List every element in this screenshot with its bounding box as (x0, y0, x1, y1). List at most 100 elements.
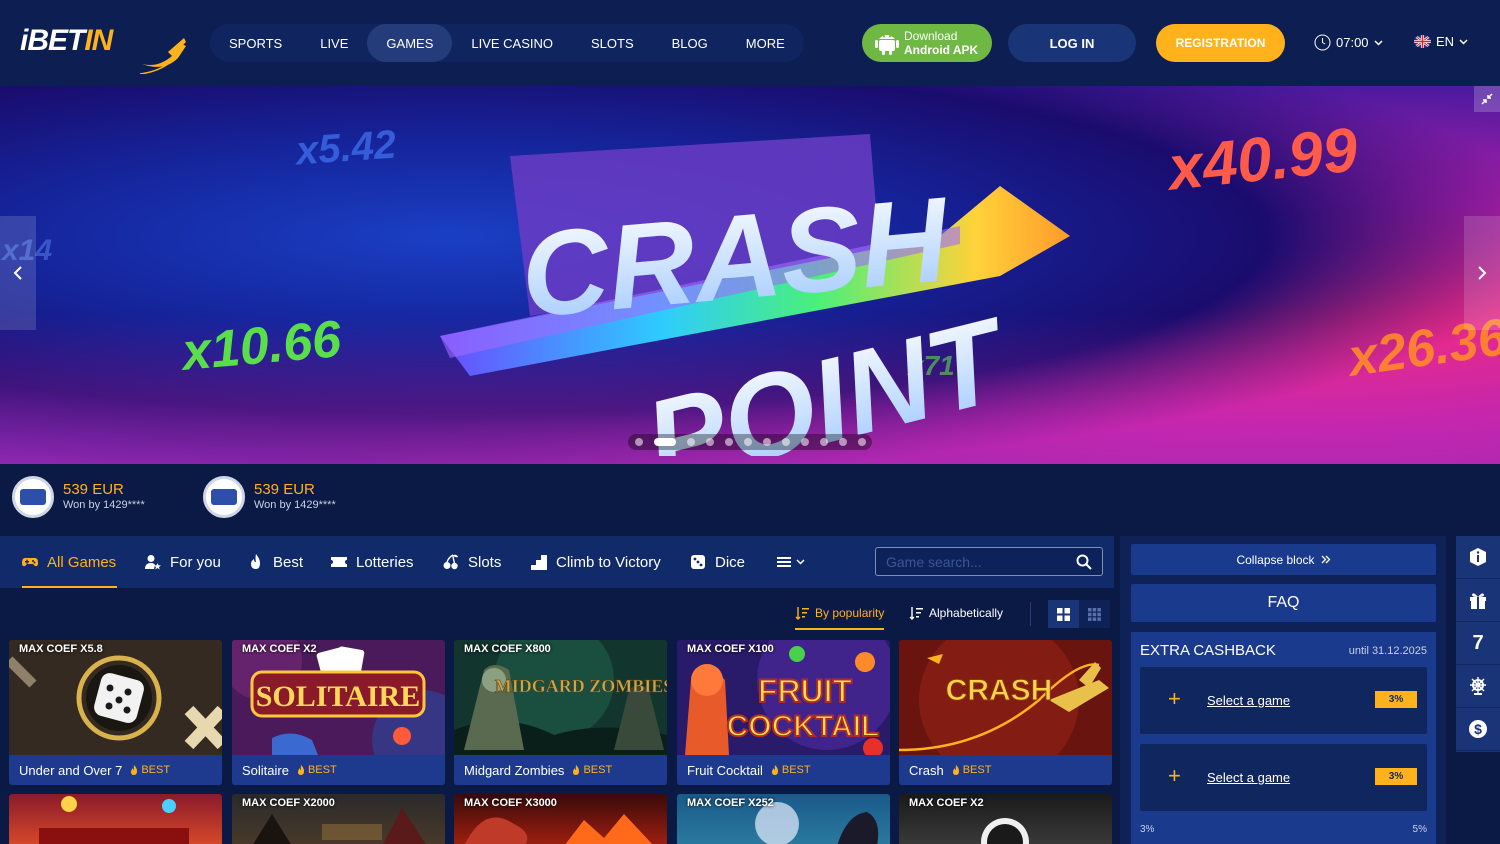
gamepad-icon (22, 558, 38, 567)
banner-coef: x40.99 (1164, 115, 1361, 204)
game-search (875, 547, 1103, 576)
login-button[interactable]: LOG IN (1008, 24, 1136, 62)
nav-games[interactable]: GAMES (367, 24, 453, 62)
best-badge: BEST (130, 764, 170, 776)
gift-button[interactable] (1456, 579, 1500, 622)
category-more-dropdown[interactable] (776, 536, 805, 588)
category-climb-to-victory[interactable]: Climb to Victory (531, 536, 661, 588)
banner-coef: x5.42 (294, 122, 398, 174)
best-badge: BEST (297, 764, 337, 776)
game-name: Fruit Cocktail (687, 762, 763, 778)
category-lotteries[interactable]: Lotteries (331, 536, 414, 588)
banner-dot[interactable] (705, 438, 714, 446)
fire-icon (573, 765, 580, 775)
select-game-link[interactable]: Select a game (1207, 693, 1290, 708)
cherries-icon (443, 554, 458, 570)
game-card[interactable]: MAX COEF X3000 (454, 794, 667, 844)
fire-icon (251, 554, 260, 569)
cashback-max-percent: 5% (1412, 824, 1427, 835)
time-selector[interactable]: 07:00 (1314, 34, 1383, 51)
banner-dot[interactable] (634, 438, 643, 446)
select-game-link[interactable]: Select a game (1207, 770, 1290, 785)
winner-item[interactable]: 539 EUR Won by 1429**** (12, 476, 145, 518)
banner-dot[interactable] (743, 438, 752, 446)
site-logo[interactable]: iBETIN (20, 20, 190, 92)
game-card[interactable]: MAX COEF X2 (899, 794, 1112, 844)
grid-small-icon (1088, 607, 1101, 621)
game-card[interactable]: SOLITAIRE MAX COEF X2 Solitaire BEST (232, 640, 445, 785)
banner-dot[interactable] (819, 438, 828, 446)
seven-button[interactable]: 7 (1456, 622, 1500, 665)
banner-dot[interactable] (762, 438, 771, 446)
info-button[interactable] (1456, 536, 1500, 579)
category-best[interactable]: Best (248, 536, 303, 588)
faq-button[interactable]: FAQ (1131, 584, 1436, 622)
category-label: Dice (715, 553, 746, 571)
info-icon (1470, 548, 1486, 566)
promo-banner[interactable]: x5.42 x10.66 x40.99 x26.36 x14 x71 CRASH… (0, 86, 1500, 464)
game-card[interactable] (9, 794, 222, 844)
nav-blog[interactable]: BLOG (653, 24, 727, 62)
game-card[interactable]: MAX COEF X252 (677, 794, 890, 844)
banner-dot[interactable] (653, 438, 676, 446)
game-card[interactable]: MAX COEF X5.8 Under and Over 7 BEST (9, 640, 222, 785)
language-value: EN (1436, 34, 1455, 49)
list-icon (777, 557, 791, 567)
right-panel: Collapse block FAQ EXTRA CASHBACK until … (1120, 536, 1446, 844)
game-card[interactable]: MIDGARD ZOMBIES MAX COEF X800 Midgard Zo… (454, 640, 667, 785)
registration-button[interactable]: REGISTRATION (1156, 24, 1285, 62)
android-icon (875, 35, 899, 55)
roulette-button[interactable] (1456, 665, 1500, 708)
banner-dot[interactable] (724, 438, 733, 446)
banner-dot[interactable] (686, 438, 695, 446)
category-for-you[interactable]: For you (145, 536, 221, 588)
winner-user: Won by 1429**** (254, 499, 336, 511)
sort-by-popularity[interactable]: By popularity (795, 606, 885, 630)
category-all-games[interactable]: All Games (22, 536, 117, 588)
ticket-icon (331, 557, 347, 567)
collapse-block-button[interactable]: Collapse block (1131, 544, 1436, 575)
category-dice[interactable]: Dice (690, 536, 745, 588)
side-toolbar: 7 $ (1456, 536, 1500, 752)
game-card[interactable]: CRASH Crash BEST (899, 640, 1112, 785)
sort-alphabetically[interactable]: Alphabetically (909, 606, 1003, 620)
cashback-game-slot[interactable]: + Select a game 3% (1140, 744, 1427, 811)
banner-next-button[interactable] (1464, 216, 1500, 330)
game-card[interactable]: FRUIT COCKTAIL MAX COEF X100 Fruit Cockt… (677, 640, 890, 785)
language-selector[interactable]: EN (1414, 34, 1468, 49)
view-small-grid-button[interactable] (1079, 600, 1110, 628)
fire-icon (952, 765, 959, 775)
view-large-grid-button[interactable] (1048, 600, 1079, 628)
nav-slots[interactable]: SLOTS (572, 24, 653, 62)
nav-more[interactable]: MORE (727, 24, 804, 62)
roulette-icon (1470, 677, 1486, 695)
nav-live-casino[interactable]: LIVE CASINO (452, 24, 572, 62)
user-star-icon (145, 555, 161, 570)
dice-icon (691, 555, 705, 569)
download-apk-button[interactable]: Download Android APK (862, 24, 992, 62)
banner-dot[interactable] (838, 438, 847, 446)
banner-prev-button[interactable] (0, 216, 36, 330)
best-badge: BEST (771, 764, 811, 776)
game-thumbnail (39, 796, 189, 844)
nav-live[interactable]: LIVE (301, 24, 367, 62)
search-icon[interactable] (1076, 554, 1092, 570)
category-slots[interactable]: Slots (443, 536, 501, 588)
winner-user: Won by 1429**** (63, 499, 145, 511)
plus-icon: + (1168, 763, 1181, 788)
plane-icon (139, 38, 186, 74)
game-card[interactable]: MAX COEF X2000 (232, 794, 445, 844)
game-category-bar: All Games For you Best Lotteries Slots C… (0, 536, 1114, 588)
cashback-until: until 31.12.2025 (1348, 645, 1427, 657)
winner-item[interactable]: 539 EUR Won by 1429**** (203, 476, 336, 518)
banner-dot[interactable] (800, 438, 809, 446)
dollar-button[interactable]: $ (1456, 708, 1500, 751)
cashback-game-slot[interactable]: + Select a game 3% (1140, 667, 1427, 734)
game-info-bar: Solitaire BEST (232, 755, 445, 785)
game-search-input[interactable] (876, 548, 1066, 575)
nav-sports[interactable]: SPORTS (210, 24, 301, 62)
banner-collapse-button[interactable] (1474, 86, 1500, 112)
banner-dot[interactable] (857, 438, 866, 446)
midgard-title: MIDGARD ZOMBIES (495, 676, 667, 696)
banner-dot[interactable] (781, 438, 790, 446)
